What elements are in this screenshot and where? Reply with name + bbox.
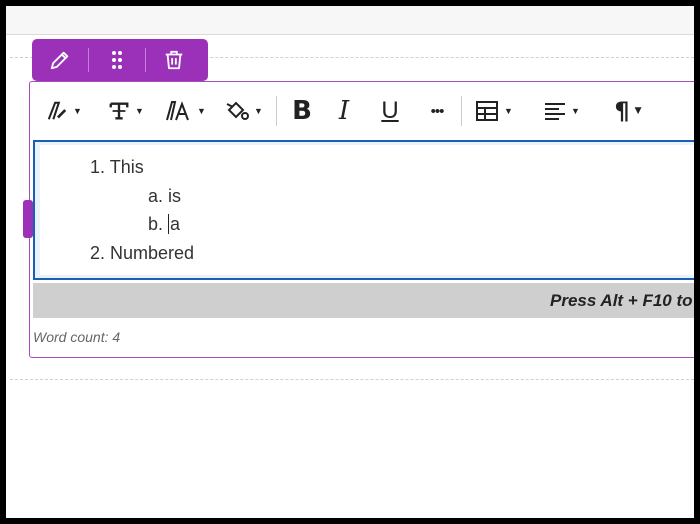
resize-handle[interactable] (23, 200, 33, 238)
chevron-down-icon: ▼ (135, 106, 144, 116)
keyboard-help-bar: Press Alt + F10 to (33, 283, 694, 318)
delete-button[interactable] (146, 39, 202, 81)
bold-icon: B (292, 96, 312, 126)
chevron-down-icon: ▼ (73, 106, 82, 116)
text-color-icon (226, 101, 250, 120)
paragraph-format-button[interactable]: ▼ (100, 94, 152, 128)
underline-icon: U (381, 97, 399, 124)
more-icon: ••• (430, 102, 445, 120)
list-marker: 2. (90, 243, 106, 263)
font-size-button[interactable]: ▼ (160, 94, 212, 128)
table-icon (476, 101, 499, 121)
bold-button[interactable]: B (283, 94, 321, 128)
list-item: b. a (148, 214, 180, 235)
text-cursor (168, 214, 170, 234)
table-button[interactable]: ▼ (468, 94, 520, 128)
list-marker: a. (148, 186, 164, 206)
chevron-down-icon: ▼ (571, 106, 580, 116)
move-button[interactable] (89, 39, 145, 81)
edit-button[interactable] (32, 39, 88, 81)
separator (461, 96, 462, 126)
block-actions-toolbar (32, 39, 208, 81)
drag-handle-icon (112, 51, 122, 69)
list-item: a. is (148, 186, 181, 207)
screen-frame: ▼ ▼ ▼ ▼ B I U ••• ▼ ▼ ¶ ▼ 1. This a. is … (6, 6, 694, 518)
more-button[interactable]: ••• (413, 94, 461, 128)
list-item: 1. This (90, 157, 144, 178)
trash-icon (165, 50, 183, 70)
list-marker: b. (148, 214, 164, 234)
align-icon (545, 103, 566, 120)
text-style-button[interactable]: ▼ (38, 94, 90, 128)
list-item-text: Numbered (110, 243, 195, 263)
pencil-icon (50, 51, 69, 70)
word-count: Word count: 4 (33, 329, 121, 345)
pilcrow-icon: ¶ (614, 97, 630, 125)
page-top-band (6, 6, 694, 34)
underline-button[interactable]: U (367, 94, 413, 128)
italic-icon: I (338, 96, 350, 126)
editor-content-area[interactable]: 1. This a. is b. a 2. Numbered (33, 140, 694, 280)
paragraph-format-icon (109, 102, 129, 120)
rich-text-editor: ▼ ▼ ▼ ▼ B I U ••• ▼ ▼ ¶ ▼ 1. This a. is … (29, 81, 694, 358)
paragraph-button[interactable]: ¶ ▼ (602, 94, 654, 128)
list-marker: 1. (90, 157, 106, 177)
chevron-down-icon: ▼ (254, 106, 263, 116)
chevron-down-icon: ▼ (634, 106, 642, 116)
text-style-icon (47, 101, 67, 120)
list-item-text: This (109, 157, 144, 177)
align-button[interactable]: ▼ (536, 94, 588, 128)
list-item-text: a (170, 214, 181, 234)
chevron-down-icon: ▼ (197, 106, 206, 116)
block-divider-bottom (10, 379, 694, 380)
chevron-down-icon: ▼ (504, 106, 513, 116)
editor-body[interactable]: 1. This a. is b. a 2. Numbered (40, 145, 694, 275)
text-color-button[interactable]: ▼ (218, 94, 270, 128)
italic-button[interactable]: I (321, 94, 367, 128)
separator (276, 96, 277, 126)
list-item: 2. Numbered (90, 243, 194, 264)
keyboard-help-text: Press Alt + F10 to (550, 291, 693, 310)
formatting-toolbar: ▼ ▼ ▼ ▼ B I U ••• ▼ ▼ ¶ ▼ (30, 82, 694, 140)
font-size-icon (166, 101, 189, 121)
list-item-text: is (168, 186, 182, 206)
divider (6, 34, 694, 35)
